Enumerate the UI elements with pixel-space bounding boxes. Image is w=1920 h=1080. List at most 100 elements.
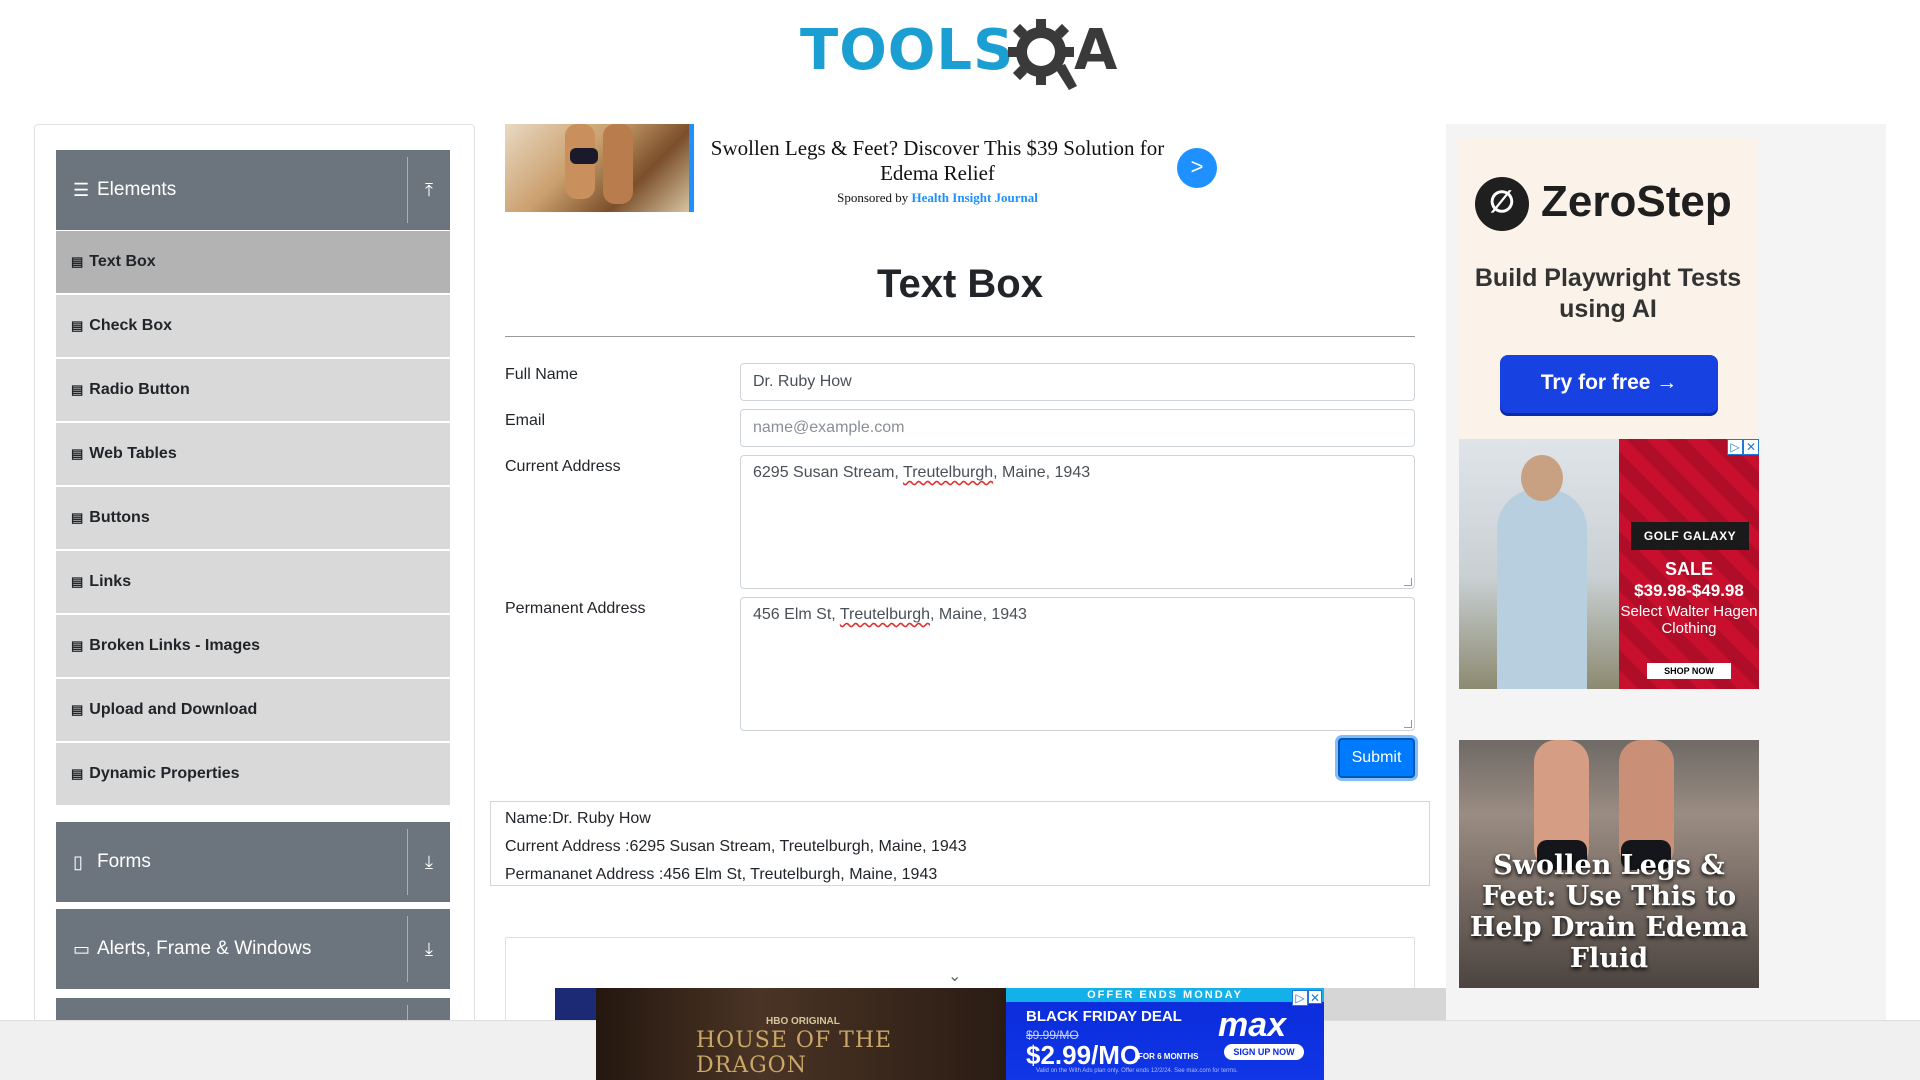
- ad-sponsor: Sponsored by Health Insight Journal: [705, 190, 1170, 206]
- ad-accent-bar: [689, 124, 694, 212]
- zerostep-cta-button[interactable]: Try for free →: [1500, 355, 1718, 413]
- download-icon[interactable]: ⤓: [408, 939, 450, 960]
- resize-handle[interactable]: [1404, 720, 1412, 728]
- zerostep-headline: Build Playwright Tests using AI: [1474, 264, 1742, 323]
- sidebar-item-broken-links[interactable]: ▤ Broken Links - Images: [56, 615, 450, 677]
- permanent-address-label: Permanent Address: [505, 600, 646, 617]
- sidebar-item-label: Dynamic Properties: [89, 765, 240, 782]
- sidebar-item-label: Radio Button: [89, 381, 190, 398]
- sidebar-item-upload-download[interactable]: ▤ Upload and Download: [56, 679, 450, 741]
- download-icon[interactable]: ⤓: [408, 852, 450, 873]
- max-bottom-ad[interactable]: HBO ORIGINAL HOUSE OF THE DRAGON OFFER E…: [596, 988, 1324, 1080]
- current-address-textarea[interactable]: 6295 Susan Stream, Treutelburgh, Maine, …: [740, 455, 1415, 589]
- bottom-ad-edge: [1324, 988, 1446, 1020]
- sidebar-item-label: Web Tables: [89, 445, 177, 462]
- logo-text-tools: TOOLS: [800, 18, 1015, 83]
- ad-title[interactable]: Swollen Legs & Feet? Discover This $39 S…: [705, 136, 1170, 186]
- sidebar-item-label: Buttons: [89, 509, 150, 526]
- golf-price: $39.98-$49.98: [1634, 581, 1744, 600]
- chevron-down-icon[interactable]: ⌄: [948, 966, 961, 986]
- output-permanent-address: Permananet Address :456 Elm St, Treutelb…: [505, 866, 938, 883]
- price-suffix: FOR 6 MONTHS: [1138, 1052, 1199, 1061]
- golf-brand: GOLF GALAXY: [1631, 522, 1749, 550]
- sidebar-item-radio-button[interactable]: ▤ Radio Button: [56, 359, 450, 421]
- sidebar-item-label: Links: [89, 573, 132, 590]
- show-title: HOUSE OF THE DRAGON: [696, 1028, 893, 1078]
- site-header: TOOLS A: [0, 0, 1920, 110]
- sidebar-item-check-box[interactable]: ▤ Check Box: [56, 295, 450, 357]
- spellcheck-word: Treutelburgh: [903, 464, 994, 481]
- golf-desc: Select Walter Hagen Clothing: [1620, 603, 1758, 637]
- sidebar-item-web-tables[interactable]: ▤ Web Tables: [56, 423, 450, 485]
- item-icon: ▤: [71, 382, 84, 397]
- item-icon: ▤: [71, 574, 84, 589]
- collapse-up-icon[interactable]: ⤒: [408, 180, 450, 201]
- current-address-label: Current Address: [505, 458, 621, 475]
- permanent-address-textarea[interactable]: 456 Elm St, Treutelburgh, Maine, 1943: [740, 597, 1415, 731]
- zerostep-ad[interactable]: ∅ ZeroStep Build Playwright Tests using …: [1458, 137, 1758, 439]
- group-forms[interactable]: ▯ Forms ⤓: [56, 822, 450, 902]
- ad-sponsor-name[interactable]: Health Insight Journal: [911, 190, 1037, 205]
- output-panel: Name:Dr. Ruby How Current Address :6295 …: [490, 801, 1430, 886]
- hotd-image: HBO ORIGINAL HOUSE OF THE DRAGON: [596, 988, 1006, 1080]
- ad-image: [505, 124, 689, 212]
- output-name: Name:Dr. Ruby How: [505, 810, 651, 827]
- logo-text-a: A: [1074, 18, 1118, 83]
- fine-print: Valid on the With Ads plan only. Offer e…: [1036, 1068, 1238, 1074]
- window-icon: ▭: [73, 938, 91, 959]
- elements-menu: ▤ Text Box ▤ Check Box ▤ Radio Button ▤ …: [56, 231, 450, 807]
- item-icon: ▤: [71, 766, 84, 781]
- sidebar-item-label: Check Box: [89, 317, 172, 334]
- deal-title: BLACK FRIDAY DEAL: [1026, 1008, 1182, 1025]
- swollen-legs-ad[interactable]: Swollen Legs & Feet: Use This to Help Dr…: [1459, 740, 1759, 988]
- email-input[interactable]: name@example.com: [740, 409, 1415, 447]
- left-sidebar: ☰ Elements ⤒ ▤ Text Box ▤ Check Box ▤ Ra…: [34, 124, 475, 1080]
- item-icon: ▤: [71, 254, 84, 269]
- close-icon[interactable]: ✕: [1308, 990, 1322, 1005]
- new-price: $2.99/MO: [1026, 1040, 1141, 1070]
- golf-ad-panel: GOLF GALAXY SALE $39.98-$49.98 Select Wa…: [1619, 439, 1759, 689]
- golf-shop-now-button[interactable]: SHOP NOW: [1647, 663, 1731, 679]
- title-divider: [505, 336, 1415, 337]
- bottom-ad-edge: [555, 988, 596, 1020]
- offer-banner: OFFER ENDS MONDAY: [1006, 988, 1324, 1002]
- group-alerts[interactable]: ▭ Alerts, Frame & Windows ⤓: [56, 909, 450, 989]
- toolsqa-logo[interactable]: TOOLS A: [800, 12, 1125, 92]
- sidebar-item-dynamic-properties[interactable]: ▤ Dynamic Properties: [56, 743, 450, 805]
- golf-sale: SALE: [1664, 559, 1713, 579]
- max-logo: max: [1218, 1006, 1287, 1044]
- sidebar-item-buttons[interactable]: ▤ Buttons: [56, 487, 450, 549]
- adchoices-icon[interactable]: ▷: [1727, 439, 1743, 455]
- sidebar-item-label: Upload and Download: [89, 701, 258, 718]
- zerostep-brand: ZeroStep: [1541, 177, 1732, 226]
- sidebar-item-text-box[interactable]: ▤ Text Box: [56, 231, 450, 293]
- top-sponsored-ad[interactable]: Swollen Legs & Feet? Discover This $39 S…: [505, 124, 1220, 212]
- spellcheck-word: Treutelburgh: [839, 606, 930, 623]
- form-icon: ▯: [73, 851, 83, 872]
- golf-galaxy-ad[interactable]: GOLF GALAXY SALE $39.98-$49.98 Select Wa…: [1459, 439, 1759, 689]
- logo-gear-q-icon: [1008, 19, 1077, 90]
- group-elements-label: Elements: [97, 179, 177, 200]
- adchoices-icon[interactable]: ▷: [1292, 990, 1308, 1006]
- golfer-image: [1459, 439, 1619, 689]
- ad-arrow-button[interactable]: >: [1177, 148, 1217, 188]
- full-name-input[interactable]: Dr. Ruby How: [740, 363, 1415, 401]
- page-title: Text Box: [877, 262, 1043, 306]
- sidebar-item-links[interactable]: ▤ Links: [56, 551, 450, 613]
- signup-button[interactable]: SIGN UP NOW: [1224, 1044, 1304, 1060]
- submit-button[interactable]: Submit: [1338, 738, 1415, 778]
- group-elements[interactable]: ☰ Elements ⤒: [56, 150, 450, 230]
- max-offer-panel: OFFER ENDS MONDAY BLACK FRIDAY DEAL $9.9…: [1006, 988, 1324, 1080]
- group-forms-label: Forms: [97, 851, 151, 872]
- item-icon: ▤: [71, 446, 84, 461]
- item-icon: ▤: [71, 510, 84, 525]
- sidebar-item-label: Broken Links - Images: [89, 637, 261, 654]
- page: TOOLS A ☰ Elements ⤒ ▤ Text Box ▤ Check …: [0, 0, 1920, 1080]
- hbo-original-label: HBO ORIGINAL: [766, 1016, 840, 1027]
- sidebar-item-label: Text Box: [89, 253, 156, 270]
- close-icon[interactable]: ✕: [1743, 439, 1759, 455]
- item-icon: ▤: [71, 638, 84, 653]
- group-alerts-label: Alerts, Frame & Windows: [97, 938, 312, 959]
- output-current-address: Current Address :6295 Susan Stream, Treu…: [505, 838, 967, 855]
- resize-handle[interactable]: [1404, 578, 1412, 586]
